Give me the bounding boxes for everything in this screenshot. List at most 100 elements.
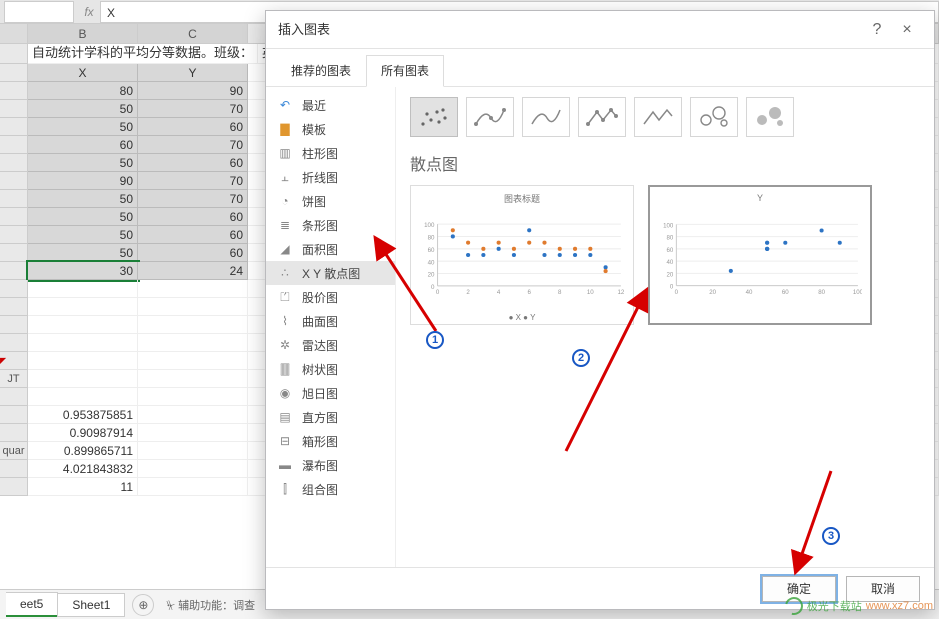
table-cell[interactable]: 50 — [28, 154, 138, 172]
row-header[interactable] — [0, 280, 28, 298]
scatter-subtype-bubble[interactable] — [690, 97, 738, 137]
row-header[interactable] — [0, 298, 28, 316]
table-cell[interactable]: 50 — [28, 226, 138, 244]
category-2[interactable]: ▥柱形图 — [266, 141, 395, 165]
category-13[interactable]: ▤直方图 — [266, 405, 395, 429]
chart-preview-2[interactable]: Y 020406080100020406080100 — [648, 185, 872, 325]
category-1[interactable]: ▇模板 — [266, 117, 395, 141]
row-header[interactable] — [0, 172, 28, 190]
table-header-y[interactable]: Y — [138, 64, 248, 82]
cell[interactable]: 0.899865711 — [28, 442, 138, 460]
table-cell[interactable]: 50 — [28, 100, 138, 118]
row-header[interactable]: JT — [0, 370, 28, 388]
row-header[interactable] — [0, 44, 28, 64]
category-label: 旭日图 — [302, 385, 338, 402]
category-10[interactable]: ✲雷达图 — [266, 333, 395, 357]
row-header[interactable] — [0, 478, 28, 496]
row-header[interactable] — [0, 424, 28, 442]
dialog-tabs: 推荐的图表 所有图表 — [266, 49, 934, 87]
category-5[interactable]: ≣条形图 — [266, 213, 395, 237]
row-header[interactable] — [0, 244, 28, 262]
table-cell[interactable]: 30 — [28, 262, 138, 280]
category-3[interactable]: ⫠折线图 — [266, 165, 395, 189]
table-cell[interactable]: 50 — [28, 208, 138, 226]
category-11[interactable]: 🀫树状图 — [266, 357, 395, 381]
row-header[interactable] — [0, 316, 28, 334]
category-12[interactable]: ◉旭日图 — [266, 381, 395, 405]
name-box[interactable] — [4, 1, 74, 23]
cell[interactable]: 4.021843832 — [28, 460, 138, 478]
table-cell[interactable]: 50 — [28, 244, 138, 262]
category-0[interactable]: ↶最近 — [266, 93, 395, 117]
category-7[interactable]: ∴X Y 散点图 — [266, 261, 395, 285]
scatter-subtype-bubble-3d[interactable] — [746, 97, 794, 137]
category-6[interactable]: ◢面积图 — [266, 237, 395, 261]
table-header-x[interactable]: X — [28, 64, 138, 82]
category-14[interactable]: ⊟箱形图 — [266, 429, 395, 453]
row-header[interactable] — [0, 100, 28, 118]
table-cell[interactable]: 50 — [28, 118, 138, 136]
row-header[interactable] — [0, 352, 28, 370]
table-cell[interactable]: 50 — [28, 190, 138, 208]
category-15[interactable]: ▬瀑布图 — [266, 453, 395, 477]
row-header[interactable] — [0, 406, 28, 424]
row-header[interactable] — [0, 208, 28, 226]
cell[interactable]: 11 — [28, 478, 138, 496]
row-header[interactable] — [0, 136, 28, 154]
table-cell[interactable]: 60 — [138, 154, 248, 172]
row-header[interactable] — [0, 154, 28, 172]
scatter-subtype-lines[interactable] — [634, 97, 682, 137]
row-header[interactable] — [0, 82, 28, 100]
dialog-close-icon[interactable]: × — [892, 11, 922, 49]
table-cell[interactable]: 60 — [138, 118, 248, 136]
category-4[interactable]: ◔饼图 — [266, 189, 395, 213]
row-header[interactable] — [0, 388, 28, 406]
row-header[interactable] — [0, 460, 28, 478]
cell[interactable] — [28, 298, 138, 316]
table-cell[interactable]: 60 — [28, 136, 138, 154]
add-sheet-button[interactable]: ⊕ — [132, 594, 154, 616]
dialog-help-icon[interactable]: ? — [862, 11, 892, 49]
cell[interactable] — [28, 280, 138, 298]
tab-all-charts[interactable]: 所有图表 — [366, 55, 444, 87]
table-cell[interactable]: 70 — [138, 172, 248, 190]
cell[interactable] — [28, 370, 138, 388]
category-9[interactable]: ⌇曲面图 — [266, 309, 395, 333]
select-all-corner[interactable] — [0, 24, 28, 44]
table-cell[interactable]: 70 — [138, 136, 248, 154]
row-header[interactable] — [0, 334, 28, 352]
cell[interactable] — [28, 388, 138, 406]
scatter-subtype-smooth-markers[interactable] — [466, 97, 514, 137]
table-cell[interactable]: 70 — [138, 190, 248, 208]
sheet-tab-1[interactable]: Sheet1 — [57, 593, 125, 617]
tab-recommended[interactable]: 推荐的图表 — [276, 55, 366, 86]
cell[interactable]: 0.953875851 — [28, 406, 138, 424]
category-16[interactable]: ⫿组合图 — [266, 477, 395, 501]
table-cell[interactable]: 90 — [138, 82, 248, 100]
scatter-subtype-lines-markers[interactable] — [578, 97, 626, 137]
table-cell[interactable]: 60 — [138, 244, 248, 262]
cell[interactable] — [28, 316, 138, 334]
cell[interactable] — [28, 352, 138, 370]
table-cell[interactable]: 60 — [138, 226, 248, 244]
table-cell[interactable]: 70 — [138, 100, 248, 118]
table-cell[interactable]: 60 — [138, 208, 248, 226]
col-header-C[interactable]: C — [138, 24, 248, 43]
row-header[interactable] — [0, 190, 28, 208]
cell[interactable]: 0.90987914 — [28, 424, 138, 442]
table-cell[interactable]: 80 — [28, 82, 138, 100]
row-header[interactable] — [0, 226, 28, 244]
table-cell[interactable]: 90 — [28, 172, 138, 190]
row-header[interactable]: quar — [0, 442, 28, 460]
row-header[interactable] — [0, 262, 28, 280]
scatter-subtype-basic[interactable] — [410, 97, 458, 137]
table-cell[interactable]: 24 — [138, 262, 248, 280]
cell[interactable] — [28, 334, 138, 352]
scatter-subtype-smooth[interactable] — [522, 97, 570, 137]
row-header[interactable] — [0, 118, 28, 136]
col-header-B[interactable]: B — [28, 24, 138, 43]
chart-preview-1[interactable]: 图表标题 020406080100024681012 ● X ● Y — [410, 185, 634, 325]
row-header[interactable] — [0, 64, 28, 82]
sheet-tab-partial[interactable]: eet5 — [6, 592, 58, 617]
category-8[interactable]: ⏍股价图 — [266, 285, 395, 309]
